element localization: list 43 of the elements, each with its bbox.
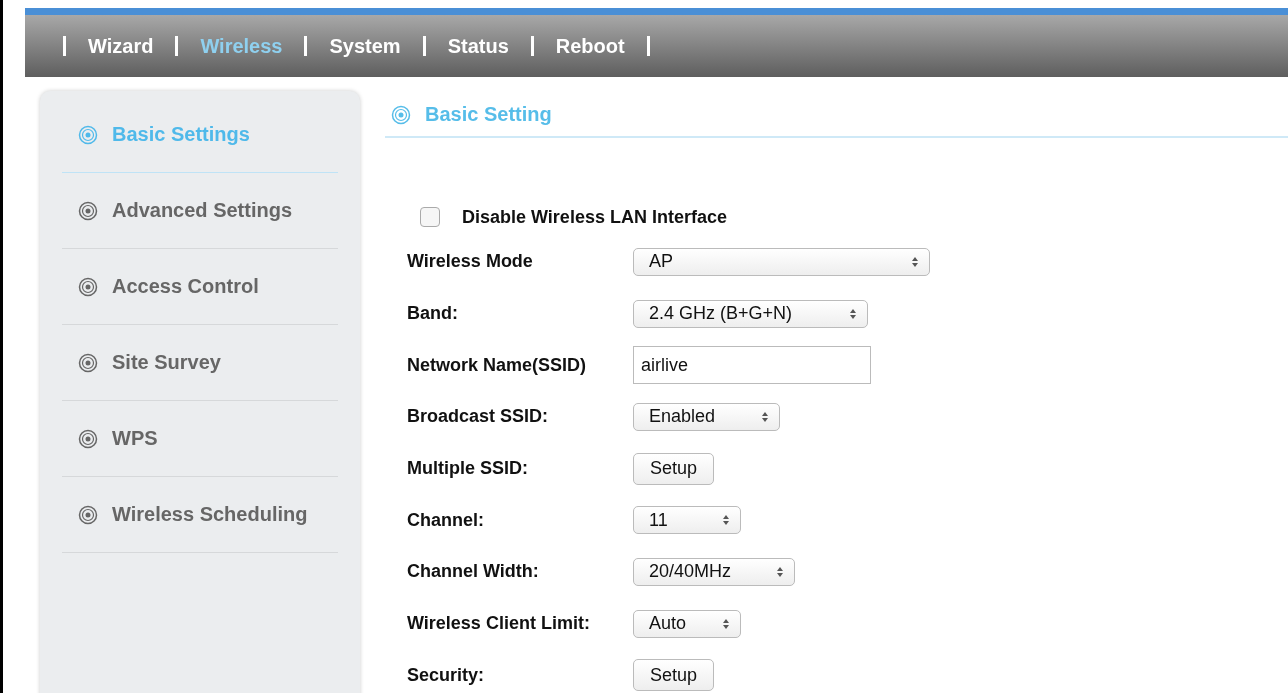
field-label: Network Name(SSID) bbox=[407, 354, 588, 376]
dropdown[interactable]: Auto bbox=[633, 609, 741, 638]
dropdown[interactable]: Enabled bbox=[633, 402, 780, 431]
field-label: Channel: bbox=[407, 509, 485, 531]
dropdown[interactable]: 20/40MHz bbox=[633, 557, 795, 586]
updown-arrows-icon bbox=[776, 565, 784, 578]
nav-tab[interactable]: Wizard bbox=[76, 34, 166, 58]
target-icon bbox=[78, 124, 98, 145]
nav-tab[interactable]: Reboot bbox=[543, 34, 637, 58]
section-title: Basic Setting bbox=[425, 103, 552, 126]
field-label: Wireless Client Limit: bbox=[407, 613, 591, 635]
field-label: Multiple SSID: bbox=[407, 458, 529, 480]
updown-arrows-icon bbox=[722, 617, 730, 630]
field-label: Channel Width: bbox=[407, 561, 540, 583]
sidebar-item[interactable]: WPS bbox=[62, 401, 338, 477]
sidebar-item[interactable]: Wireless Scheduling bbox=[62, 477, 338, 553]
dropdown[interactable]: 2.4 GHz (B+G+N) bbox=[633, 299, 868, 328]
field-label: Security: bbox=[407, 664, 486, 686]
sidebar-item[interactable]: Advanced Settings bbox=[62, 173, 338, 249]
sidebar-item[interactable]: Access Control bbox=[62, 249, 338, 325]
setup-button[interactable]: Setup bbox=[633, 452, 715, 485]
sidebar-item[interactable]: Site Survey bbox=[62, 325, 338, 401]
updown-arrows-icon bbox=[761, 410, 769, 423]
field-label: Wireless Mode bbox=[407, 251, 534, 273]
target-icon bbox=[78, 428, 98, 449]
target-icon bbox=[391, 104, 411, 125]
updown-arrows-icon bbox=[849, 307, 857, 320]
setup-button[interactable]: Setup bbox=[633, 659, 715, 692]
dropdown[interactable]: 11 bbox=[633, 506, 741, 535]
checkbox-label: Disable Wireless LAN Interface bbox=[462, 206, 727, 228]
dropdown[interactable]: AP bbox=[633, 247, 930, 276]
updown-arrows-icon bbox=[911, 255, 919, 268]
nav-tab[interactable]: Status bbox=[435, 34, 521, 58]
nav-tab[interactable]: System bbox=[317, 34, 413, 58]
target-icon bbox=[78, 504, 98, 525]
input-field[interactable]: airlive bbox=[633, 346, 871, 385]
checkbox[interactable] bbox=[420, 207, 440, 227]
target-icon bbox=[78, 352, 98, 373]
field-label: Band: bbox=[407, 303, 459, 325]
updown-arrows-icon bbox=[722, 514, 730, 527]
target-icon bbox=[78, 276, 98, 297]
target-icon bbox=[78, 200, 98, 221]
field-label: Broadcast SSID: bbox=[407, 406, 550, 428]
